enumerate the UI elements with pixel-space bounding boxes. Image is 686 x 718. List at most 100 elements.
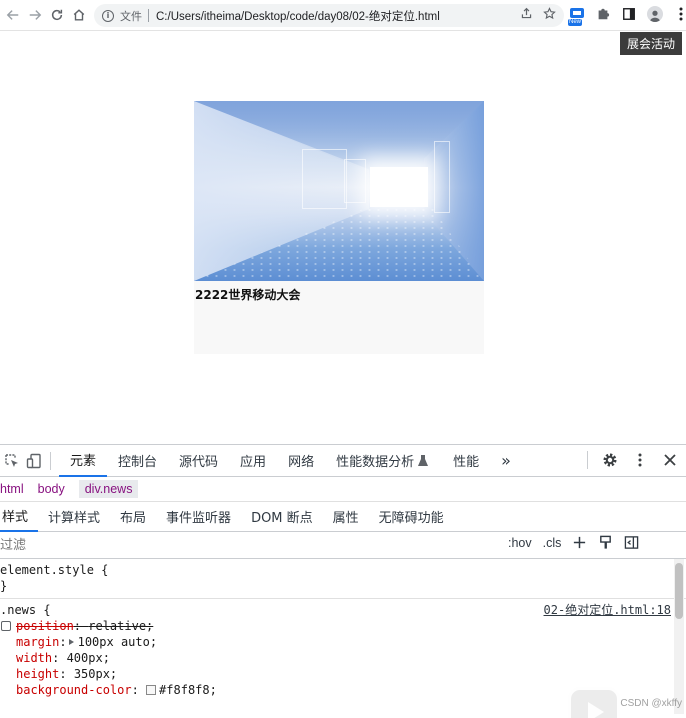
- tab-application[interactable]: 应用: [229, 445, 277, 477]
- gear-icon[interactable]: [602, 452, 618, 468]
- arrow-right-icon: [29, 10, 42, 20]
- back-button[interactable]: [2, 4, 24, 26]
- rule-source-link[interactable]: 02-绝对定位.html:18: [544, 602, 671, 618]
- home-icon: [73, 9, 85, 21]
- side-panel-button[interactable]: [620, 5, 638, 23]
- extension-new-button[interactable]: New: [568, 5, 586, 26]
- subtab-styles[interactable]: 样式: [0, 502, 39, 532]
- subtab-event-listeners[interactable]: 事件监听器: [156, 502, 241, 532]
- exhibition-activity-tag[interactable]: 展会活动: [619, 32, 682, 55]
- devtools-tabbar: 元素 控制台 源代码 应用 网络 性能数据分析 性能 »: [0, 445, 686, 477]
- tab-sources[interactable]: 源代码: [168, 445, 229, 477]
- reload-button[interactable]: [46, 4, 68, 26]
- play-icon: [588, 702, 604, 718]
- watermark: CSDN @xkffy: [620, 698, 682, 709]
- avatar: [647, 6, 663, 22]
- plus-icon[interactable]: [572, 535, 587, 550]
- kebab-menu-icon[interactable]: [632, 452, 648, 468]
- subtab-layout[interactable]: 布局: [110, 502, 156, 532]
- toolbar-right: New: [568, 5, 686, 26]
- declaration-margin[interactable]: margin: 100px auto;: [0, 634, 686, 650]
- declaration-height[interactable]: height: 350px;: [0, 666, 686, 682]
- person-icon: [649, 10, 661, 22]
- subtab-properties[interactable]: 属性: [323, 502, 369, 532]
- tab-performance-insights[interactable]: 性能数据分析: [325, 445, 432, 477]
- info-icon[interactable]: i: [102, 9, 114, 22]
- scrollbar-thumb[interactable]: [675, 563, 683, 619]
- css-property[interactable]: margin: [16, 635, 59, 649]
- css-value[interactable]: 100px auto;: [78, 635, 157, 649]
- css-colon: :: [52, 651, 67, 665]
- css-colon: :: [59, 635, 67, 649]
- css-property[interactable]: position: [16, 619, 74, 633]
- declaration-checkbox[interactable]: [1, 621, 11, 631]
- breadcrumb: html body div.news: [0, 477, 686, 502]
- element-style-selector[interactable]: element.style {: [0, 562, 686, 578]
- side-panel-icon: [623, 8, 635, 20]
- styles-pane: element.style { } .news { 02-绝对定位.html:1…: [0, 559, 686, 718]
- profile-button[interactable]: [646, 5, 664, 23]
- styles-subtabs: 样式 计算样式 布局 事件监听器 DOM 断点 属性 无障碍功能: [0, 502, 686, 532]
- color-swatch[interactable]: [146, 685, 157, 695]
- bookmark-star-icon[interactable]: [543, 7, 556, 20]
- news-box: 2222世界移动大会: [194, 101, 484, 354]
- reload-icon: [51, 9, 63, 21]
- breadcrumb-body[interactable]: body: [38, 482, 72, 496]
- scheme-label: 文件: [120, 9, 142, 23]
- tab-network[interactable]: 网络: [277, 445, 325, 477]
- subtab-accessibility[interactable]: 无障碍功能: [369, 502, 454, 532]
- cls-toggle[interactable]: .cls: [543, 536, 562, 550]
- tab-divider: [50, 451, 51, 470]
- devtools-actions: [587, 451, 678, 469]
- hov-toggle[interactable]: :hov: [508, 536, 532, 550]
- extensions-button[interactable]: [594, 5, 612, 23]
- css-value[interactable]: 400px;: [67, 651, 110, 665]
- css-value[interactable]: 350px;: [74, 667, 117, 681]
- omnibox-actions: [520, 7, 556, 20]
- address-bar[interactable]: i 文件 C:/Users/itheima/Desktop/code/day08…: [94, 4, 564, 27]
- breadcrumb-html[interactable]: html: [0, 482, 31, 496]
- news-title: 2222世界移动大会: [195, 288, 301, 302]
- tab-console[interactable]: 控制台: [107, 445, 168, 477]
- news-image: [194, 101, 484, 281]
- tab-performance-insights-label: 性能数据分析: [336, 455, 415, 470]
- omnibox-separator: [148, 9, 149, 22]
- element-style-rule: element.style { }: [0, 559, 686, 599]
- styles-filter-bar: :hov .cls: [0, 532, 686, 559]
- share-icon[interactable]: [520, 7, 533, 20]
- inspect-element-button[interactable]: [2, 451, 22, 471]
- url-text: C:/Users/itheima/Desktop/code/day08/02-绝…: [156, 10, 440, 23]
- expand-triangle-icon[interactable]: [68, 639, 74, 645]
- subtab-computed[interactable]: 计算样式: [38, 502, 110, 532]
- forward-button[interactable]: [24, 4, 46, 26]
- css-colon: :: [73, 619, 89, 633]
- filter-actions: :hov .cls: [508, 535, 639, 550]
- tab-performance[interactable]: 性能: [442, 445, 490, 477]
- device-toolbar-button[interactable]: [24, 451, 44, 471]
- corridor-light: [370, 167, 428, 207]
- home-button[interactable]: [68, 4, 90, 26]
- puzzle-icon: [598, 8, 610, 20]
- subtab-dom-breakpoints[interactable]: DOM 断点: [241, 502, 323, 532]
- css-value[interactable]: #f8f8f8;: [159, 683, 217, 697]
- css-value[interactable]: relative;: [88, 619, 153, 633]
- close-icon[interactable]: [662, 452, 678, 468]
- kebab-menu-icon: [679, 7, 683, 21]
- css-property[interactable]: height: [16, 667, 59, 681]
- video-play-overlay[interactable]: [568, 687, 620, 718]
- declaration-width[interactable]: width: 400px;: [0, 650, 686, 666]
- styles-filter-input[interactable]: [0, 534, 497, 556]
- styles-scrollbar[interactable]: [674, 559, 684, 714]
- more-tabs-button[interactable]: »: [490, 445, 522, 477]
- breadcrumb-div-news[interactable]: div.news: [78, 480, 139, 498]
- new-badge: New: [568, 19, 583, 26]
- toggle-sidebar-icon[interactable]: [624, 535, 639, 550]
- css-property[interactable]: background-color: [16, 683, 132, 697]
- paint-brush-icon[interactable]: [598, 535, 613, 550]
- browser-menu-button[interactable]: [672, 5, 686, 23]
- css-colon: :: [131, 683, 147, 697]
- device-icon: [26, 453, 41, 468]
- css-property[interactable]: width: [16, 651, 52, 665]
- tab-elements[interactable]: 元素: [59, 445, 108, 477]
- declaration-position[interactable]: position: relative;: [0, 618, 686, 634]
